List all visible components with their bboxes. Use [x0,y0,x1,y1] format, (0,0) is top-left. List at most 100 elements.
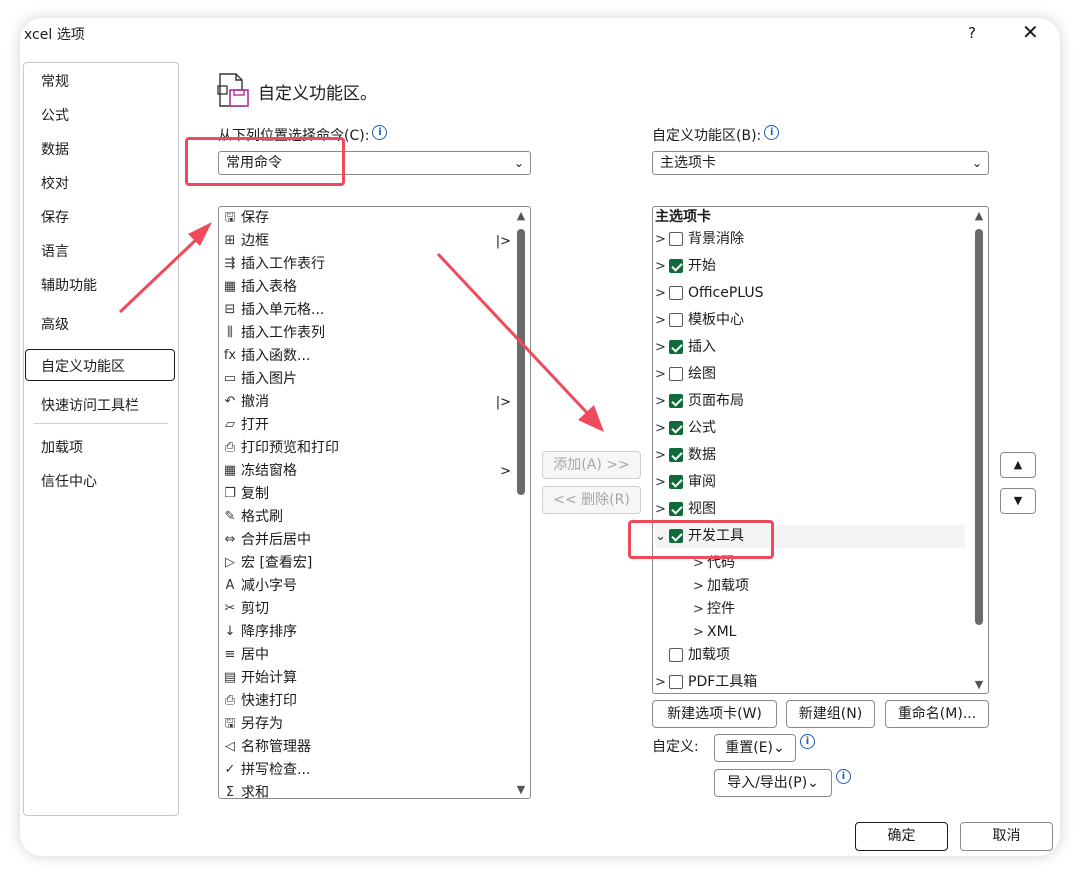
command-item[interactable]: 🖫 保存 [221,207,511,230]
scroll-down-icon[interactable]: ▼ [514,783,528,796]
scroll-down-icon[interactable]: ▼ [972,678,986,691]
import-export-button[interactable]: 导入/导出(P)⌄ [714,769,832,797]
remove-button[interactable]: << 删除(R) [542,486,641,514]
commands-scrollbar[interactable]: ▲ ▼ [514,209,528,796]
command-item[interactable]: ▷ 宏 [查看宏] [221,552,511,575]
tab-checkbox[interactable] [669,286,683,300]
info-icon[interactable]: i [372,125,388,140]
scroll-thumb[interactable] [975,229,983,625]
command-item[interactable]: A 减小字号 [221,575,511,598]
command-item[interactable]: ⊟ 插入单元格... [221,299,511,322]
customize-ribbon-combo[interactable]: 主选项卡 ⌄ [652,151,989,175]
nav-item-customize-ribbon[interactable]: 自定义功能区 [41,356,125,376]
tab-checkbox[interactable] [669,421,683,435]
tree-tab-item[interactable]: > 审阅 [655,471,965,494]
command-item[interactable]: ⊞ 边框 |> [221,230,511,253]
info-icon[interactable]: i [836,769,851,784]
tree-tab-item[interactable]: > OfficePLUS [655,282,965,305]
command-item[interactable]: ≡ 居中 [221,644,511,667]
chevron-right-icon[interactable]: > [655,498,667,521]
command-item[interactable]: Σ 求和 [221,782,511,798]
command-item[interactable]: ⫼ 插入工作表列 [221,322,511,345]
command-item[interactable]: ▭ 插入图片 [221,368,511,391]
tree-tab-item[interactable]: > 视图 [655,498,965,521]
command-item[interactable]: ⇔ 合并后居中 [221,529,511,552]
command-item[interactable]: ◁ 名称管理器 [221,736,511,759]
nav-item-data[interactable]: 数据 [41,139,69,159]
tab-checkbox[interactable] [669,259,683,273]
tab-checkbox[interactable] [669,502,683,516]
tree-tab-item[interactable]: > PDF工具箱 [655,671,965,693]
tab-checkbox[interactable] [669,313,683,327]
command-item[interactable]: ▦ 冻结窗格 > [221,460,511,483]
command-item[interactable]: ↶ 撤消 |> [221,391,511,414]
scroll-up-icon[interactable]: ▲ [514,209,528,222]
chevron-right-icon[interactable]: > [655,471,667,494]
tree-tab-item[interactable]: > 绘图 [655,363,965,386]
command-item[interactable]: ⎙ 快速打印 [221,690,511,713]
chevron-right-icon[interactable]: > [693,598,705,621]
nav-item-accessibility[interactable]: 辅助功能 [41,275,97,295]
info-icon[interactable]: i [800,734,815,749]
tree-group-item[interactable]: > XML [693,621,963,644]
ribbon-tree[interactable]: ▲ ▼ 主选项卡 > 背景消除 > 开始 > OfficePLUS > 模板中心 > 插入 > 绘图 > 页… [652,206,989,694]
command-item[interactable]: ↓ 降序排序 [221,621,511,644]
move-up-button[interactable]: ▲ [1000,452,1036,478]
tree-tab-item[interactable]: > 开始 [655,255,965,278]
tree-tab-item[interactable]: > 页面布局 [655,390,965,413]
tab-checkbox[interactable] [669,232,683,246]
tree-tab-item[interactable]: > 数据 [655,444,965,467]
chevron-right-icon[interactable]: > [655,417,667,440]
info-icon[interactable]: i [764,125,780,140]
chevron-right-icon[interactable]: > [693,575,705,598]
tree-group-item[interactable]: > 加载项 [693,575,963,598]
tab-checkbox[interactable] [669,394,683,408]
command-item[interactable]: 🖫 另存为 [221,713,511,736]
tab-checkbox[interactable] [669,448,683,462]
tree-tab-item[interactable]: 主选项卡 [655,207,965,229]
command-item[interactable]: ✎ 格式刷 [221,506,511,529]
new-group-button[interactable]: 新建组(N) [786,700,875,728]
chevron-right-icon[interactable]: > [655,282,667,305]
tree-tab-item[interactable]: > 插入 [655,336,965,359]
scroll-thumb[interactable] [517,229,525,495]
move-down-button[interactable]: ▼ [1000,488,1036,514]
command-item[interactable]: ❐ 复制 [221,483,511,506]
tab-checkbox[interactable] [669,475,683,489]
chevron-right-icon[interactable]: > [655,228,667,251]
ok-button[interactable]: 确定 [855,822,948,851]
command-item[interactable]: ✓ 拼写检查... [221,759,511,782]
reset-button[interactable]: 重置(E)⌄ [714,734,796,762]
chevron-right-icon[interactable]: > [655,444,667,467]
tree-group-item[interactable]: > 控件 [693,598,963,621]
add-button[interactable]: 添加(A) >> [542,451,641,479]
nav-item-formulas[interactable]: 公式 [41,105,69,125]
new-tab-button[interactable]: 新建选项卡(W) [652,700,777,728]
tab-checkbox[interactable] [669,340,683,354]
chevron-right-icon[interactable]: > [655,363,667,386]
cancel-button[interactable]: 取消 [960,822,1053,851]
command-item[interactable]: ▦ 插入表格 [221,276,511,299]
chevron-right-icon[interactable]: > [655,255,667,278]
nav-item-addins[interactable]: 加载项 [41,437,83,457]
command-item[interactable]: ✂ 剪切 [221,598,511,621]
tree-tab-item[interactable]: > 公式 [655,417,965,440]
tree-tab-item[interactable]: > 背景消除 [655,228,965,251]
chevron-right-icon[interactable]: > [655,390,667,413]
nav-item-trust-center[interactable]: 信任中心 [41,471,97,491]
tree-tab-item[interactable]: 加载项 [655,644,965,667]
nav-item-language[interactable]: 语言 [41,241,69,261]
command-item[interactable]: ▤ 开始计算 [221,667,511,690]
command-item[interactable]: ⎙ 打印预览和打印 [221,437,511,460]
tree-scrollbar[interactable]: ▲ ▼ [972,209,986,691]
command-item[interactable]: fx 插入函数... [221,345,511,368]
chevron-right-icon[interactable]: > [655,336,667,359]
chevron-right-icon[interactable]: > [655,309,667,332]
rename-button[interactable]: 重命名(M)... [885,700,989,728]
close-button[interactable]: ✕ [1022,20,1039,44]
help-button[interactable]: ? [968,24,976,42]
nav-item-quick-access[interactable]: 快速访问工具栏 [41,395,139,415]
nav-item-general[interactable]: 常规 [41,71,69,91]
tab-checkbox[interactable] [669,675,683,689]
nav-item-advanced[interactable]: 高级 [41,314,69,334]
